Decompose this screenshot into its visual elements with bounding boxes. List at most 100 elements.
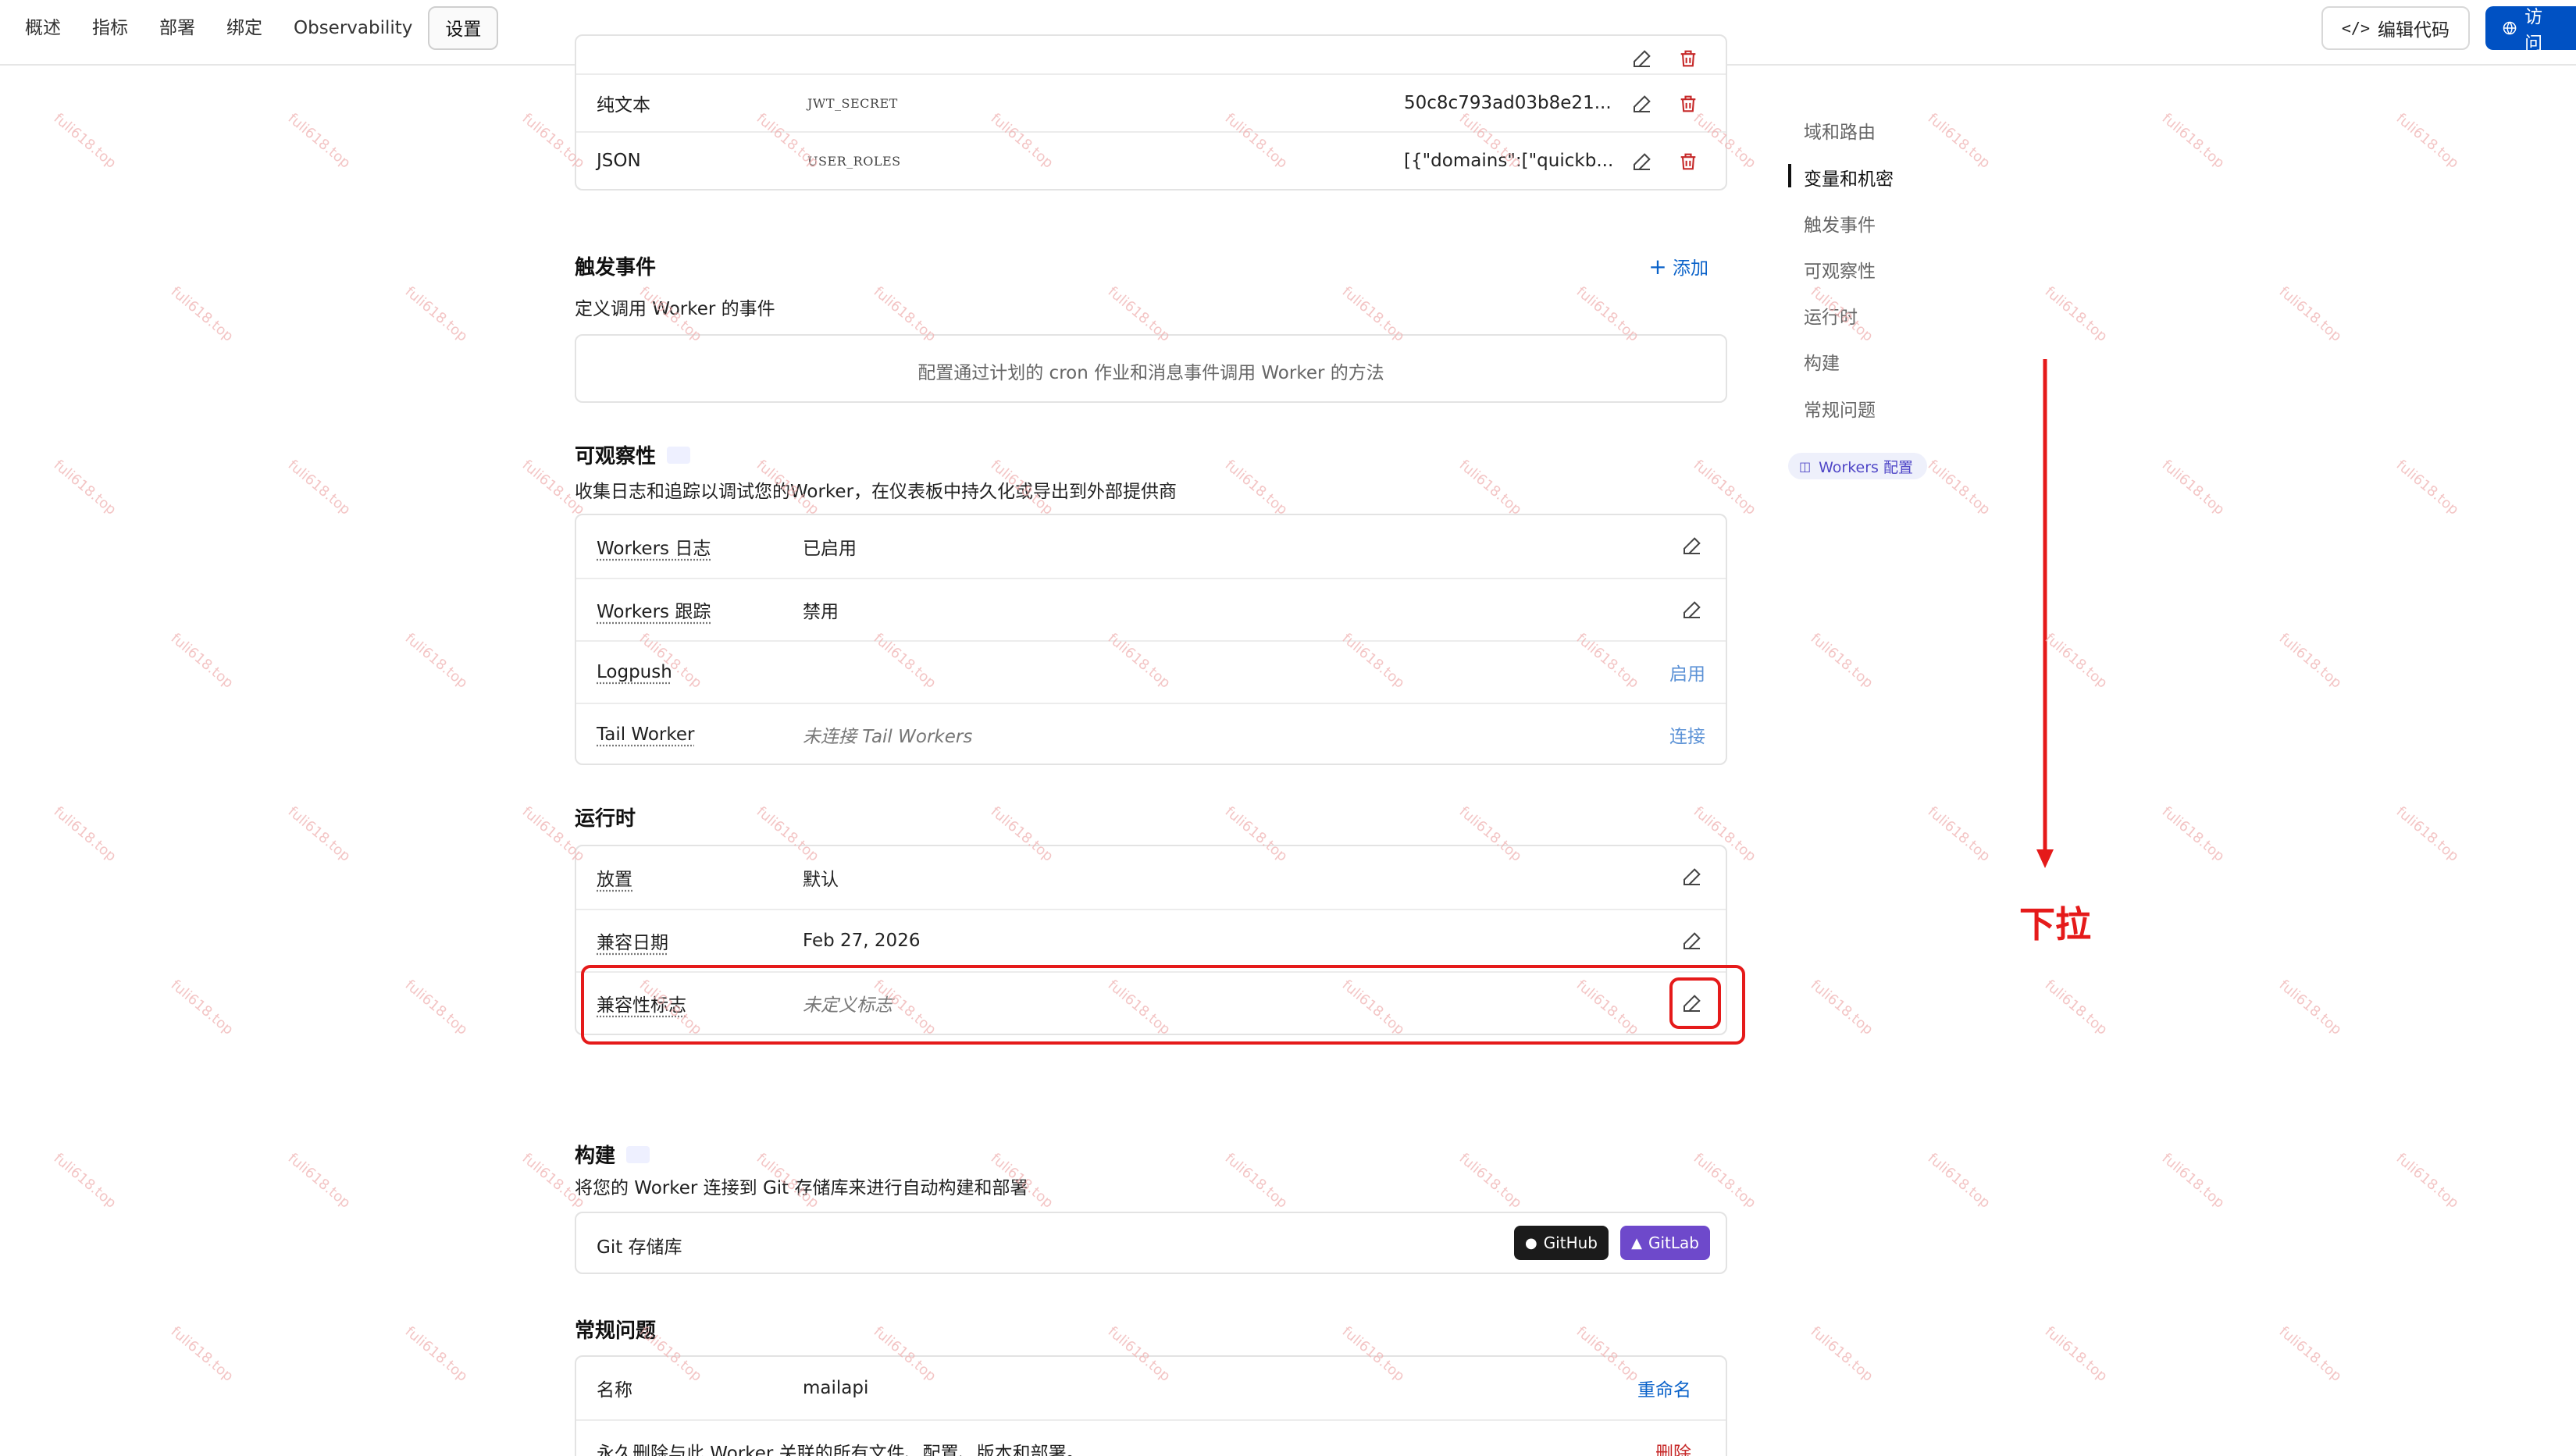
- general-title: 常规问题: [575, 1319, 657, 1343]
- edit-icon[interactable]: [1630, 47, 1654, 70]
- edit-icon[interactable]: [1630, 92, 1654, 116]
- enable-logpush-link[interactable]: 启用: [1669, 659, 1705, 685]
- tab-observability[interactable]: Observability: [278, 6, 428, 50]
- pull-down-label: 下拉: [2019, 903, 2091, 945]
- watermark-text: fuli618.top: [2275, 283, 2345, 345]
- watermark-text: fuli618.top: [1690, 457, 1759, 518]
- obs-label: Logpush: [597, 662, 672, 682]
- connect-tail-worker-link[interactable]: 连接: [1669, 721, 1705, 748]
- watermark-text: fuli618.top: [401, 283, 471, 345]
- gitlab-button[interactable]: ▲ GitLab: [1620, 1226, 1710, 1260]
- book-icon: ◫: [1799, 458, 1812, 474]
- var-value: [{"domains":["quickb...: [1404, 151, 1614, 171]
- watermark-text: fuli618.top: [1807, 1323, 1876, 1385]
- toc-item-observability[interactable]: 可观察性: [1804, 256, 1876, 283]
- rename-button[interactable]: 重命名: [1637, 1375, 1691, 1401]
- watermark-text: fuli618.top: [50, 110, 119, 172]
- var-value: 50c8c793ad03b8e21...: [1404, 93, 1612, 113]
- tab-overview[interactable]: 概述: [9, 6, 77, 50]
- toc-item-triggers[interactable]: 触发事件: [1804, 210, 1876, 237]
- watermark-text: fuli618.top: [2158, 1150, 2228, 1212]
- plus-icon: +: [1648, 254, 1667, 279]
- table-row: 名称 mailapi 重命名: [576, 1357, 1726, 1419]
- edit-icon[interactable]: [1680, 534, 1704, 557]
- watermark-text: fuli618.top: [1455, 1150, 1525, 1212]
- watermark-text: fuli618.top: [1924, 110, 1993, 172]
- table-row: 永久删除与此 Worker 关联的所有文件、配置、版本和部署。 删除: [576, 1419, 1726, 1456]
- watermark-text: fuli618.top: [1221, 1150, 1291, 1212]
- delete-button[interactable]: 删除: [1655, 1438, 1691, 1456]
- workers-config-badge[interactable]: ◫ Workers 配置: [1788, 453, 1927, 479]
- watermark-text: fuli618.top: [2158, 457, 2228, 518]
- runtime-value: 默认: [803, 870, 839, 890]
- git-repo-label: Git 存储库: [597, 1237, 682, 1258]
- triggers-empty-card: 配置通过计划的 cron 作业和消息事件调用 Worker 的方法: [575, 334, 1727, 403]
- watermark-text: fuli618.top: [284, 457, 354, 518]
- name-label: 名称: [597, 1380, 632, 1401]
- runtime-value: Feb 27, 2026: [803, 931, 921, 951]
- highlight-box: [581, 965, 1745, 1045]
- edit-code-button[interactable]: </> 编辑代码: [2321, 6, 2470, 50]
- table-row: [576, 36, 1726, 73]
- trash-icon[interactable]: [1677, 47, 1699, 70]
- toc-item-variables[interactable]: 变量和机密: [1804, 164, 1894, 190]
- watermark-text: fuli618.top: [1221, 457, 1291, 518]
- triggers-desc: 定义调用 Worker 的事件: [575, 299, 775, 319]
- triggers-empty-text: 配置通过计划的 cron 作业和消息事件调用 Worker 的方法: [917, 363, 1384, 383]
- obs-value: 已启用: [803, 539, 857, 559]
- variables-card: 纯文本 JWT_SECRET 50c8c793ad03b8e21... JSON…: [575, 34, 1727, 190]
- edit-icon[interactable]: [1680, 929, 1704, 952]
- docs-icon[interactable]: [667, 446, 691, 464]
- watermark-text: fuli618.top: [2275, 630, 2345, 692]
- watermark-text: fuli618.top: [50, 803, 119, 865]
- toc-item-build[interactable]: 构建: [1804, 348, 1840, 375]
- tab-bindings[interactable]: 绑定: [211, 6, 278, 50]
- edit-code-label: 编辑代码: [2378, 20, 2450, 41]
- toc-item-runtime[interactable]: 运行时: [1804, 302, 1858, 329]
- observability-desc: 收集日志和追踪以调试您的Worker，在仪表板中持久化或导出到外部提供商: [575, 482, 1178, 502]
- obs-value: 禁用: [803, 602, 839, 622]
- name-value: mailapi: [803, 1378, 869, 1398]
- watermark-text: fuli618.top: [167, 630, 237, 692]
- toc-active-indicator: [1788, 164, 1791, 187]
- watermark-text: fuli618.top: [1924, 457, 1993, 518]
- var-name: JWT_SECRET: [807, 95, 898, 111]
- watermark-text: fuli618.top: [2041, 977, 2111, 1038]
- docs-icon[interactable]: [626, 1145, 650, 1163]
- table-row: 纯文本 JWT_SECRET 50c8c793ad03b8e21...: [576, 73, 1726, 131]
- edit-icon[interactable]: [1680, 598, 1704, 621]
- runtime-label: 兼容日期: [597, 933, 668, 953]
- watermark-text: fuli618.top: [284, 1150, 354, 1212]
- watermark-text: fuli618.top: [167, 1323, 237, 1385]
- var-type: JSON: [597, 151, 641, 171]
- watermark-text: fuli618.top: [2041, 283, 2111, 345]
- nav-tabs: 概述 指标 部署 绑定 Observability 设置: [9, 6, 499, 50]
- github-button[interactable]: ● GitHub: [1513, 1226, 1609, 1260]
- edit-icon[interactable]: [1630, 150, 1654, 173]
- build-title: 构建: [575, 1140, 650, 1169]
- watermark-text: fuli618.top: [1807, 977, 1876, 1038]
- runtime-label: 放置: [597, 870, 632, 890]
- delete-desc: 永久删除与此 Worker 关联的所有文件、配置、版本和部署。: [597, 1444, 1085, 1456]
- table-row: 兼容日期 Feb 27, 2026: [576, 909, 1726, 971]
- watermark-text: fuli618.top: [284, 803, 354, 865]
- tab-metrics[interactable]: 指标: [77, 6, 144, 50]
- visit-button[interactable]: 访问: [2485, 6, 2576, 50]
- globe-icon: [2503, 21, 2517, 35]
- trash-icon[interactable]: [1677, 92, 1699, 116]
- tab-settings[interactable]: 设置: [428, 6, 499, 50]
- toc-item-general[interactable]: 常规问题: [1804, 395, 1876, 422]
- watermark-text: fuli618.top: [50, 1150, 119, 1212]
- trash-icon[interactable]: [1677, 150, 1699, 173]
- obs-label: Workers 跟踪: [597, 602, 711, 622]
- watermark-text: fuli618.top: [401, 630, 471, 692]
- toc-item-domains[interactable]: 域和路由: [1804, 117, 1876, 144]
- watermark-text: fuli618.top: [401, 1323, 471, 1385]
- watermark-text: fuli618.top: [167, 283, 237, 345]
- add-trigger-button[interactable]: + 添加: [1648, 253, 1708, 279]
- tab-deployments[interactable]: 部署: [144, 6, 211, 50]
- build-card: Git 存储库 ● GitHub ▲ GitLab: [575, 1212, 1727, 1274]
- watermark-text: fuli618.top: [167, 977, 237, 1038]
- table-row: 放置 默认: [576, 846, 1726, 909]
- edit-icon[interactable]: [1680, 865, 1704, 888]
